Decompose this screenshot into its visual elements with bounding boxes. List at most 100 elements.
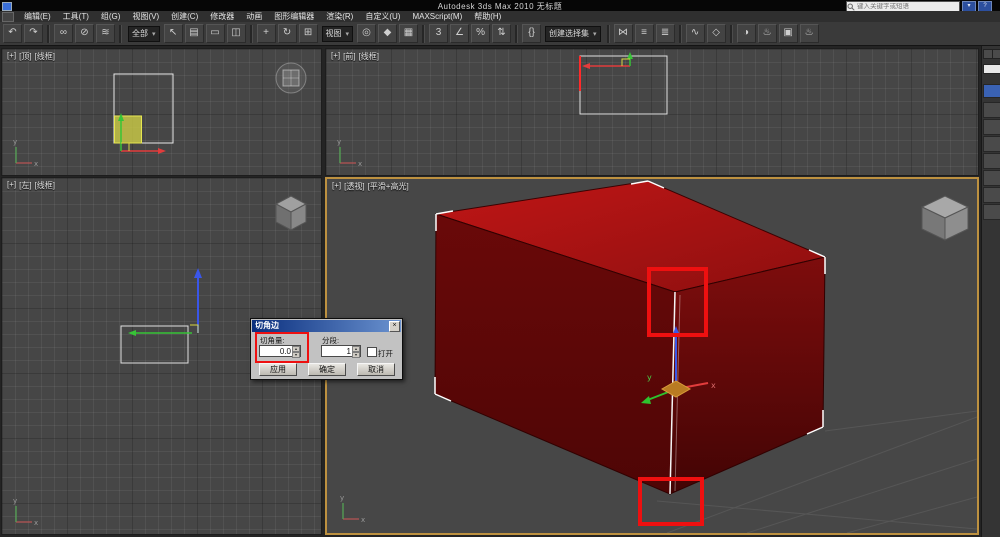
menu-group[interactable]: 组(G) bbox=[95, 12, 127, 22]
close-icon[interactable]: × bbox=[389, 321, 400, 332]
select-and-scale-icon[interactable]: ⊞ bbox=[299, 24, 318, 43]
select-and-manipulate-icon[interactable]: ◆ bbox=[378, 24, 397, 43]
layer-manager-icon[interactable]: ≣ bbox=[656, 24, 675, 43]
menu-customize[interactable]: 自定义(U) bbox=[359, 12, 406, 22]
rectangular-selection-region-icon[interactable]: ▭ bbox=[206, 24, 225, 43]
use-pivot-center-icon[interactable]: ◎ bbox=[357, 24, 376, 43]
rollout-stub[interactable] bbox=[983, 204, 1000, 220]
edit-named-selection-sets-icon[interactable]: {} bbox=[522, 24, 541, 43]
select-and-move-icon[interactable]: + bbox=[257, 24, 276, 43]
menu-rendering[interactable]: 渲染(R) bbox=[320, 12, 359, 22]
quick-render-icon[interactable]: ♨ bbox=[800, 24, 819, 43]
mirror-icon[interactable]: ⋈ bbox=[614, 24, 633, 43]
menu-modifiers[interactable]: 修改器 bbox=[204, 12, 240, 22]
move-gizmo[interactable] bbox=[582, 52, 633, 69]
rollout-stub[interactable] bbox=[983, 170, 1000, 186]
viewport-name-button[interactable]: [前] bbox=[343, 51, 355, 62]
menu-edit[interactable]: 编辑(E) bbox=[18, 12, 57, 22]
viewport-name-button[interactable]: [左] bbox=[19, 180, 31, 191]
modifier-stack-selected-item[interactable] bbox=[983, 84, 1000, 98]
box-object[interactable] bbox=[435, 181, 825, 494]
axis-y-label: y bbox=[13, 497, 17, 505]
menu-create[interactable]: 创建(C) bbox=[165, 12, 204, 22]
snaps-toggle-icon[interactable]: 3 bbox=[429, 24, 448, 43]
spinner-down-icon[interactable]: ▾ bbox=[292, 352, 300, 358]
axis-y-label: y bbox=[337, 138, 341, 146]
viewport-front[interactable]: [+] [前] [线框] x y bbox=[325, 48, 979, 176]
viewport-menu-button[interactable]: [+] bbox=[331, 51, 340, 62]
box-left-view-outline[interactable] bbox=[121, 326, 188, 363]
menu-views[interactable]: 视图(V) bbox=[126, 12, 165, 22]
menu-graph-editors[interactable]: 图形编辑器 bbox=[268, 12, 320, 22]
command-panel-modify-tab-icon[interactable] bbox=[992, 49, 1000, 59]
rollout-stub[interactable] bbox=[983, 136, 1000, 152]
reference-coordinate-dropdown[interactable]: 视图 ▾ bbox=[322, 26, 354, 42]
viewport-shading-button[interactable]: [平滑+高光] bbox=[368, 181, 409, 192]
viewport-perspective[interactable]: [+] [透视] [平滑+高光] bbox=[325, 177, 979, 535]
rollout-stub[interactable] bbox=[983, 119, 1000, 135]
segments-spinner[interactable]: 1 ▴ ▾ bbox=[321, 345, 361, 357]
render-setup-icon[interactable]: ♨ bbox=[758, 24, 777, 43]
world-axis-tripod: x y bbox=[13, 497, 38, 527]
viewport-menu-button[interactable]: [+] bbox=[332, 181, 341, 192]
dialog-title: 切角边 bbox=[255, 321, 279, 330]
box-front-view-outline[interactable] bbox=[580, 56, 667, 114]
viewport-top[interactable]: [+] [顶] [线框] bbox=[1, 48, 322, 176]
named-selection-sets-dropdown[interactable]: 创建选择集 ▾ bbox=[545, 26, 601, 42]
viewport-shading-button[interactable]: [线框] bbox=[35, 51, 55, 62]
bind-to-space-warp-icon[interactable]: ≋ bbox=[96, 24, 115, 43]
rollout-stub[interactable] bbox=[983, 153, 1000, 169]
select-by-name-icon[interactable]: ▤ bbox=[185, 24, 204, 43]
unlink-selection-icon[interactable]: ⊘ bbox=[75, 24, 94, 43]
apply-button[interactable]: 应用 bbox=[259, 363, 297, 376]
keyboard-shortcut-override-icon[interactable]: ▦ bbox=[399, 24, 418, 43]
chamfer-amount-spinner[interactable]: 0.0 ▴ ▾ bbox=[259, 345, 301, 357]
select-object-icon[interactable]: ↖ bbox=[164, 24, 183, 43]
cancel-button[interactable]: 取消 bbox=[357, 363, 395, 376]
align-icon[interactable]: ≡ bbox=[635, 24, 654, 43]
angle-snap-icon[interactable]: ∠ bbox=[450, 24, 469, 43]
material-editor-icon[interactable]: ◑ bbox=[737, 24, 756, 43]
toolbar-separator bbox=[730, 25, 733, 43]
chevron-down-icon: ▾ bbox=[593, 30, 597, 38]
viewport-area: [+] [顶] [线框] bbox=[0, 46, 1000, 537]
viewport-top-label: [+] [顶] [线框] bbox=[7, 51, 55, 62]
world-axis-tripod: x y bbox=[13, 138, 38, 168]
menu-maxscript[interactable]: MAXScript(M) bbox=[406, 12, 468, 22]
rollout-stub[interactable] bbox=[983, 187, 1000, 203]
rendered-frame-window-icon[interactable]: ▣ bbox=[779, 24, 798, 43]
viewport-name-button[interactable]: [透视] bbox=[344, 181, 364, 192]
menu-tools[interactable]: 工具(T) bbox=[57, 12, 95, 22]
modifier-list-stub[interactable] bbox=[983, 64, 1000, 74]
spinner-down-icon[interactable]: ▾ bbox=[352, 352, 360, 358]
curve-editor-icon[interactable]: ∿ bbox=[686, 24, 705, 43]
percent-snap-icon[interactable]: % bbox=[471, 24, 490, 43]
ok-button[interactable]: 确定 bbox=[308, 363, 346, 376]
viewport-shading-button[interactable]: [线框] bbox=[359, 51, 379, 62]
viewcube[interactable] bbox=[276, 196, 306, 230]
menu-animation[interactable]: 动画 bbox=[240, 12, 268, 22]
search-input[interactable] bbox=[855, 3, 959, 11]
spinner-snap-icon[interactable]: ⇅ bbox=[492, 24, 511, 43]
menu-help[interactable]: 帮助(H) bbox=[468, 12, 507, 22]
viewcube[interactable] bbox=[276, 63, 306, 93]
application-menu-icon[interactable] bbox=[2, 12, 14, 22]
viewport-name-button[interactable]: [顶] bbox=[19, 51, 31, 62]
redo-icon[interactable]: ↷ bbox=[24, 24, 43, 43]
toolbar-separator bbox=[422, 25, 425, 43]
window-crossing-icon[interactable]: ◫ bbox=[227, 24, 246, 43]
selection-filter-dropdown[interactable]: 全部 ▾ bbox=[128, 26, 160, 42]
rollout-stub[interactable] bbox=[983, 102, 1000, 118]
dialog-title-bar[interactable]: 切角边 bbox=[252, 320, 401, 332]
select-and-link-icon[interactable]: ∞ bbox=[54, 24, 73, 43]
segments-value: 1 bbox=[347, 347, 351, 356]
select-and-rotate-icon[interactable]: ↻ bbox=[278, 24, 297, 43]
viewport-menu-button[interactable]: [+] bbox=[7, 180, 16, 191]
open-checkbox[interactable] bbox=[367, 347, 377, 357]
viewport-shading-button[interactable]: [线框] bbox=[35, 180, 55, 191]
undo-icon[interactable]: ↶ bbox=[3, 24, 22, 43]
viewport-menu-button[interactable]: [+] bbox=[7, 51, 16, 62]
selection-filter-value: 全部 bbox=[132, 28, 148, 39]
viewcube[interactable] bbox=[922, 196, 968, 240]
schematic-view-icon[interactable]: ◇ bbox=[707, 24, 726, 43]
